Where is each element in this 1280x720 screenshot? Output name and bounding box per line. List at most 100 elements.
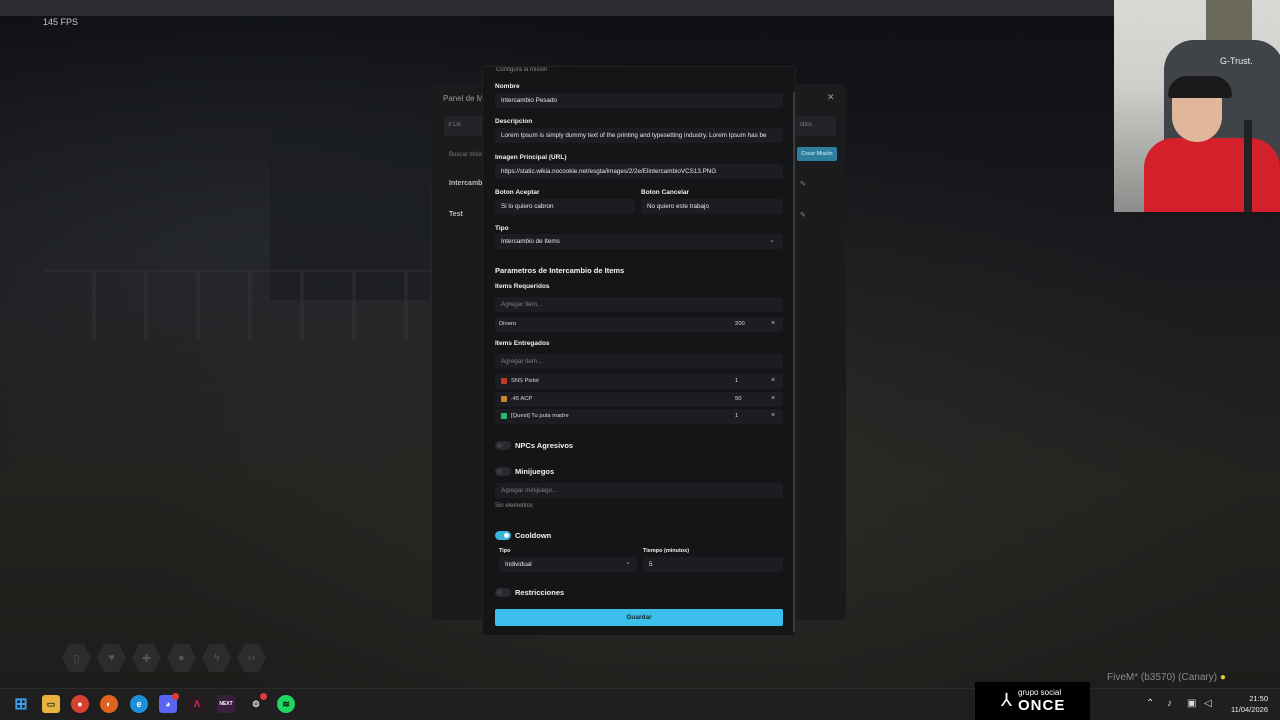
- mission-row[interactable]: Test: [449, 211, 463, 218]
- cooldown-toggle[interactable]: [495, 531, 511, 540]
- boton-cancelar-input[interactable]: No quiero este trabajo: [641, 199, 783, 214]
- clock-time: 21:50: [1249, 694, 1268, 703]
- save-button[interactable]: Guardar: [495, 609, 783, 626]
- imagen-label: Imagen Principal (URL): [495, 154, 567, 161]
- network-icon[interactable]: ▣: [1187, 698, 1196, 709]
- mission-search-input[interactable]: Buscar misio: [449, 152, 483, 158]
- build-text: FiveM* (b3570) (Canary): [1107, 672, 1218, 683]
- webcam-overlay: G-Trust.: [1114, 0, 1280, 212]
- mission-panel-title: Panel de M: [443, 94, 484, 103]
- edge-icon[interactable]: e: [130, 695, 148, 713]
- id-icon: ▯: [62, 644, 91, 672]
- remove-item-icon[interactable]: ×: [771, 395, 775, 402]
- ammo-icon: [501, 396, 507, 402]
- chevron-down-icon: ⌄: [769, 237, 775, 244]
- cooldown-tiempo-label: Tiempo (minutos): [643, 548, 690, 554]
- quest-item-icon: [501, 413, 507, 419]
- delivered-item-row: [Quest] Tu puta madre 1 ×: [495, 409, 783, 424]
- cooldown-tiempo-input[interactable]: 5: [643, 557, 783, 572]
- volume-icon[interactable]: ◁: [1204, 698, 1212, 709]
- items-entregados-label: Items Entregados: [495, 340, 550, 347]
- cooldown-tipo-label: Tipo: [499, 548, 511, 554]
- cooldown-label: Cooldown: [515, 531, 552, 540]
- tab-list[interactable]: ≡ Lis: [444, 116, 484, 136]
- build-label: FiveM* (b3570) (Canary) ●: [1107, 672, 1226, 683]
- chrome-icon[interactable]: ●: [71, 695, 89, 713]
- next-app-icon[interactable]: NEXT: [217, 695, 235, 713]
- remove-item-icon[interactable]: ×: [771, 377, 775, 384]
- stamina-icon: ϟ: [202, 644, 231, 672]
- food-icon: ✚: [132, 644, 161, 672]
- descripcion-input[interactable]: Lorem Ipsum is simply dummy text of the …: [495, 128, 783, 143]
- nombre-input[interactable]: Intercambio Pesado: [495, 93, 783, 108]
- banana-icon: ●: [1219, 672, 1226, 683]
- firefox-icon[interactable]: ◐: [100, 695, 118, 713]
- game-fence: [44, 270, 434, 340]
- add-required-item-input[interactable]: Agregar item...: [495, 297, 783, 312]
- item-name: [Quest] Tu puta madre: [511, 413, 569, 419]
- item-quantity[interactable]: 1: [735, 378, 738, 384]
- fps-counter: 145 FPS: [43, 17, 79, 27]
- add-minigame-input[interactable]: Agregar minijuego...: [495, 483, 783, 498]
- descripcion-label: Descripcion: [495, 118, 533, 125]
- items-requeridos-label: Items Requeridos: [495, 283, 550, 290]
- cooldown-tipo-select[interactable]: Individual: [499, 557, 637, 572]
- sponsor-big-text: ONCE: [1018, 697, 1066, 714]
- npcs-toggle[interactable]: [495, 441, 511, 450]
- sponsor-logo: G-Trust.: [1220, 56, 1253, 66]
- water-icon: ●: [167, 644, 196, 672]
- clock-date: 11/04/2026: [1231, 705, 1268, 714]
- nombre-label: Nombre: [495, 83, 520, 90]
- edit-icon[interactable]: ✎: [800, 211, 806, 219]
- item-name: Dinero: [499, 321, 517, 327]
- delivered-item-row: .45 ACP 50 ×: [495, 392, 783, 407]
- game-title-bar: [0, 0, 1114, 16]
- pistol-icon: [501, 378, 507, 384]
- modal-scrollbar[interactable]: [793, 92, 795, 632]
- windows-start-icon[interactable]: ⊞: [12, 695, 30, 713]
- file-explorer-icon[interactable]: ▭: [42, 695, 60, 713]
- remove-item-icon[interactable]: ×: [771, 412, 775, 419]
- npcs-label: NPCs Agresivos: [515, 441, 574, 450]
- heart-icon: ♥: [97, 644, 126, 672]
- boton-aceptar-label: Boton Aceptar: [495, 189, 540, 196]
- tipo-select[interactable]: Intercambio de Items: [495, 234, 783, 249]
- chevron-down-icon: ⌄: [625, 559, 631, 566]
- empty-minigames-note: Sin elementos: [495, 503, 534, 509]
- item-quantity[interactable]: 200: [735, 321, 745, 327]
- restricciones-label: Restricciones: [515, 588, 565, 597]
- modal-header: Configura la misión: [496, 67, 548, 73]
- once-logo-icon: ⅄: [1001, 690, 1012, 710]
- required-item-row: Dinero 200 ×: [495, 317, 783, 332]
- hud-status-icons: ▯ ♥ ✚ ● ϟ ‹›: [62, 644, 266, 672]
- tipo-label: Tipo: [495, 225, 509, 232]
- item-quantity[interactable]: 50: [735, 396, 741, 402]
- minijuegos-label: Minijuegos: [515, 467, 555, 476]
- add-delivered-item-input[interactable]: Agregar item...: [495, 354, 783, 369]
- delivered-item-row: SNS Pistol 1 ×: [495, 374, 783, 389]
- restricciones-toggle[interactable]: [495, 588, 511, 597]
- edit-icon[interactable]: ✎: [800, 180, 806, 188]
- boton-aceptar-input[interactable]: Si lo quiero cabron: [495, 199, 635, 214]
- spotify-icon[interactable]: ≋: [277, 695, 295, 713]
- webcam-cap: [1168, 76, 1232, 98]
- create-mission-button[interactable]: Crear Misión: [797, 147, 837, 161]
- mission-config-modal: Configura la misión: [482, 66, 796, 636]
- arc-icon[interactable]: Λ: [188, 695, 206, 713]
- mission-row[interactable]: Intercamb: [449, 180, 482, 187]
- tab-stats[interactable]: stics: [796, 116, 836, 136]
- code-icon: ‹›: [237, 644, 266, 672]
- minijuegos-toggle[interactable]: [495, 467, 511, 476]
- notification-badge: [260, 693, 267, 700]
- imagen-url-input[interactable]: https://static.wikia.nocookie.net/esgta/…: [495, 164, 783, 179]
- chevron-up-icon[interactable]: ⌃: [1146, 698, 1154, 709]
- close-icon[interactable]: ✕: [827, 92, 835, 103]
- item-quantity[interactable]: 1: [735, 413, 738, 419]
- system-clock[interactable]: 21:50 11/04/2026: [1222, 693, 1268, 715]
- item-name: .45 ACP: [511, 396, 533, 402]
- sponsor-small-text: grupo social: [1018, 688, 1062, 697]
- webcam-mic: [1244, 120, 1252, 212]
- microphone-icon[interactable]: ♪: [1167, 698, 1172, 709]
- boton-cancelar-label: Boton Cancelar: [641, 189, 690, 196]
- remove-item-icon[interactable]: ×: [771, 320, 775, 327]
